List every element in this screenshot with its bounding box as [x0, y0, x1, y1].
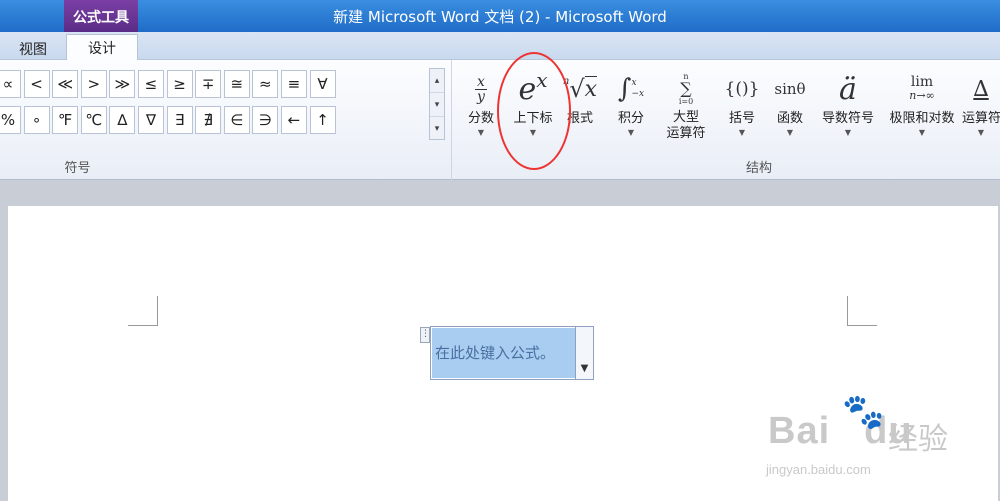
- annotation-circle: [497, 52, 571, 170]
- large-operator-label: 大型 运算符: [666, 110, 706, 141]
- symbol-much-less-than[interactable]: ≪: [52, 70, 79, 98]
- chevron-down-icon: ▼: [844, 128, 852, 137]
- bracket-label: 括号: [728, 111, 755, 126]
- function-label: 函数: [776, 111, 803, 126]
- watermark: Bai du 🐾 经验 jingyan.baidu.com: [762, 392, 992, 492]
- paw-icon: 🐾: [842, 392, 885, 432]
- symbol-not-exists[interactable]: ∄: [195, 106, 222, 134]
- integral-label: 积分: [617, 111, 644, 126]
- symbol-nabla[interactable]: ∇: [137, 106, 164, 134]
- symbol-almost-equal[interactable]: ≈: [252, 70, 279, 98]
- gallery-more-icon[interactable]: ▾: [430, 117, 444, 141]
- ribbon-tab-row: 视图 设计: [0, 32, 1000, 61]
- integral-icon: ∫ x −x: [617, 74, 645, 104]
- limit-label: 极限和对数: [889, 111, 955, 126]
- symbol-exists[interactable]: ∃: [166, 106, 193, 134]
- large-operator-icon: n ∑ i=0: [678, 72, 694, 106]
- large-operator-button[interactable]: n ∑ i=0 大型 运算符: [656, 68, 716, 152]
- equation-options-dropdown-icon[interactable]: ▼: [575, 327, 593, 379]
- margin-marker-top-right: [847, 296, 877, 326]
- symbol-element-of[interactable]: ∈: [223, 106, 250, 134]
- bracket-button[interactable]: {()} 括号 ▼: [718, 68, 766, 152]
- function-button[interactable]: sinθ 函数 ▼: [768, 68, 812, 152]
- bracket-icon: {()}: [724, 79, 760, 99]
- watermark-cn: 经验: [888, 422, 948, 457]
- symbol-greater-than[interactable]: >: [80, 70, 107, 98]
- window-title: 新建 Microsoft Word 文档 (2) - Microsoft Wor…: [333, 8, 667, 26]
- symbols-group-label: 符号: [64, 161, 91, 176]
- symbols-group: ∝ < ≪ > ≫ ≤ ≥ ∓ ≅ ≈ ≡ ∀ % ∘ ℉ ℃ ∆ ∇ ∃ ∄ …: [0, 60, 452, 180]
- symbol-fahrenheit[interactable]: ℉: [52, 106, 79, 134]
- symbol-gallery: ∝ < ≪ > ≫ ≤ ≥ ∓ ≅ ≈ ≡ ∀ % ∘ ℉ ℃ ∆ ∇ ∃ ∄ …: [0, 70, 428, 138]
- scroll-down-icon[interactable]: ▾: [430, 93, 444, 117]
- watermark-url: jingyan.baidu.com: [766, 462, 871, 477]
- equation-tools-context-label: 公式工具: [64, 0, 138, 32]
- limit-icon: lim n→∞: [909, 74, 935, 102]
- equation-placeholder-text[interactable]: 在此处键入公式。: [432, 328, 575, 378]
- chevron-down-icon: ▼: [627, 128, 635, 137]
- symbol-greater-equal[interactable]: ≥: [166, 70, 193, 98]
- tab-view[interactable]: 视图: [8, 36, 58, 60]
- operator-label: 运算符: [962, 111, 1000, 126]
- chevron-down-icon: ▼: [738, 128, 746, 137]
- function-icon: sinθ: [774, 80, 806, 98]
- accent-button[interactable]: ä 导数符号 ▼: [816, 68, 880, 152]
- tab-design[interactable]: 设计: [66, 34, 138, 61]
- scroll-up-icon[interactable]: ▴: [430, 69, 444, 93]
- operator-button[interactable]: ∆ 运算符 ▼: [962, 68, 1000, 152]
- margin-marker-top-left: [128, 296, 158, 326]
- operator-icon: ∆: [973, 76, 989, 102]
- title-bar: 新建 Microsoft Word 文档 (2) - Microsoft Wor…: [0, 0, 1000, 32]
- chevron-down-icon: ▼: [786, 128, 794, 137]
- symbol-congruent[interactable]: ≅: [223, 70, 250, 98]
- symbol-increment[interactable]: ∆: [109, 106, 136, 134]
- symbol-up-arrow[interactable]: ↑: [309, 106, 336, 134]
- symbol-left-arrow[interactable]: ←: [280, 106, 307, 134]
- chevron-down-icon: ▼: [477, 128, 485, 137]
- limit-button[interactable]: lim n→∞ 极限和对数 ▼: [882, 68, 962, 152]
- symbol-minus-plus[interactable]: ∓: [195, 70, 222, 98]
- symbol-contains[interactable]: ∋: [252, 106, 279, 134]
- equation-move-handle-icon[interactable]: ⋮: [420, 327, 430, 343]
- symbol-less-than[interactable]: <: [23, 70, 50, 98]
- symbol-percent[interactable]: %: [0, 106, 21, 134]
- symbol-gallery-scrollbar[interactable]: ▴ ▾ ▾: [429, 68, 445, 140]
- symbol-identical[interactable]: ≡: [280, 70, 307, 98]
- accent-label: 导数符号: [821, 111, 874, 126]
- fraction-label: 分数: [467, 111, 494, 126]
- symbol-for-all[interactable]: ∀: [309, 70, 336, 98]
- symbol-proportional[interactable]: ∝: [0, 70, 21, 98]
- equation-placeholder-box[interactable]: 在此处键入公式。 ▼: [430, 326, 594, 380]
- symbol-degree[interactable]: ∘: [23, 106, 50, 134]
- chevron-down-icon: ▼: [918, 128, 926, 137]
- fraction-icon: xy: [460, 68, 502, 110]
- symbol-less-equal[interactable]: ≤: [137, 70, 164, 98]
- fraction-button[interactable]: xy 分数 ▼: [460, 68, 502, 152]
- symbol-much-greater-than[interactable]: ≫: [109, 70, 136, 98]
- chevron-down-icon: ▼: [977, 128, 985, 137]
- symbol-celsius[interactable]: ℃: [80, 106, 107, 134]
- accent-icon: ä: [839, 71, 857, 107]
- integral-button[interactable]: ∫ x −x 积分 ▼: [608, 68, 654, 152]
